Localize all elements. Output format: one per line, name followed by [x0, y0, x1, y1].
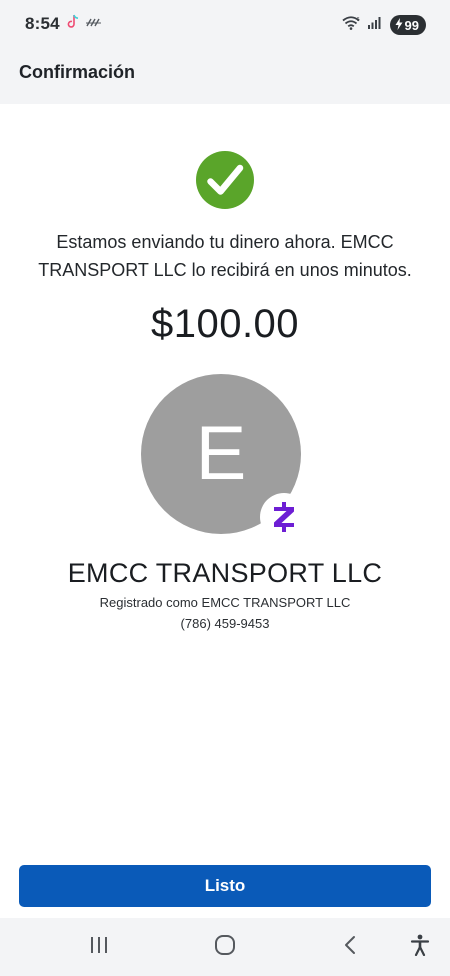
confirmation-message: Estamos enviando tu dinero ahora. EMCC T… [38, 232, 412, 280]
signal-icon [367, 16, 382, 34]
recipient-name: EMCC TRANSPORT LLC [67, 558, 383, 588]
home-icon [214, 934, 236, 961]
navigation-bar [0, 918, 450, 976]
confirmation-content: Estamos enviando tu dinero ahora. EMCC T… [0, 104, 450, 864]
amount-sent: $100.00 [150, 302, 300, 346]
battery-level: 99 [404, 17, 419, 33]
recipient-phone: (786) 459-9453 [180, 616, 270, 631]
battery-charging-icon [395, 17, 403, 33]
app-header: Confirmación [0, 48, 450, 104]
recipient-registered-name: Registrado como EMCC TRANSPORT LLC [99, 595, 351, 610]
recent-apps-button[interactable] [69, 918, 129, 976]
home-button[interactable] [195, 918, 255, 976]
status-left-icons [66, 14, 102, 34]
back-icon [343, 935, 357, 960]
status-time: 8:54 [25, 14, 60, 33]
tiktok-icon [66, 14, 80, 35]
dnd-slashes-icon [86, 15, 102, 33]
done-button[interactable]: Listo [19, 865, 431, 907]
accessibility-button[interactable] [390, 918, 450, 976]
page-title: Confirmación [19, 62, 136, 82]
zelle-badge [260, 493, 308, 541]
accessibility-icon [410, 934, 430, 961]
battery-indicator: 99 [389, 15, 426, 35]
back-button[interactable] [320, 918, 380, 976]
top-area: 8:54 6 99 Confirmación [0, 0, 450, 104]
recent-apps-icon [89, 936, 109, 959]
status-right-icons: 6 99 [341, 14, 426, 36]
wifi-icon: 6 [341, 15, 360, 35]
svg-text:6: 6 [356, 17, 359, 23]
zelle-icon [274, 502, 294, 532]
check-circle-icon [196, 151, 254, 209]
status-bar: 8:54 6 99 [0, 0, 450, 48]
